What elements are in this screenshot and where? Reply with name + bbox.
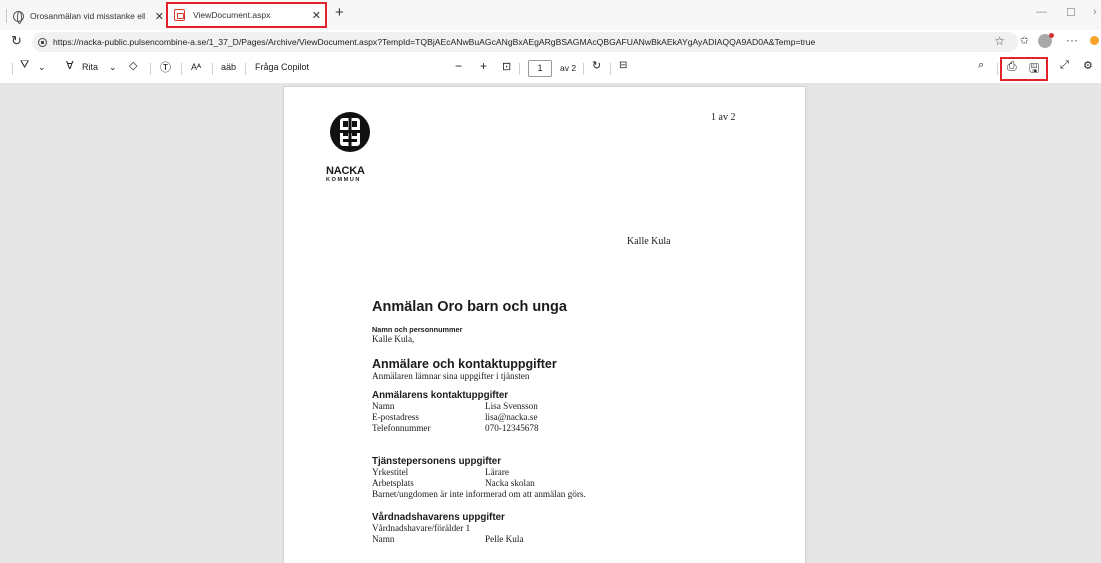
new-tab-button[interactable]: + <box>335 4 344 21</box>
contact-heading: Anmälarens kontaktuppgifter <box>372 390 509 401</box>
pdf-viewer[interactable]: NACKA KOMMUN 1 av 2 Kalle Kula Anmälan O… <box>0 84 1101 563</box>
divider <box>150 63 151 75</box>
favorite-star-icon[interactable]: ☆ <box>994 34 1005 48</box>
tab-separator <box>6 9 7 23</box>
page-indicator: 1 av 2 <box>711 112 736 123</box>
addressee: Kalle Kula <box>627 236 671 247</box>
copilot-button[interactable]: Fråga Copilot <box>255 62 309 72</box>
tab-viewdocument[interactable]: ViewDocument.aspx ✕ <box>166 2 327 28</box>
divider <box>12 63 13 75</box>
chevron-down-icon[interactable]: ⌄ <box>109 62 117 73</box>
more-options-icon[interactable]: ··· <box>1066 33 1078 47</box>
divider <box>610 63 611 75</box>
tab-title: Orosanmälan vid misstanke eller <box>30 11 145 21</box>
settings-icon[interactable]: ⚙ <box>1083 59 1093 72</box>
draw-icon[interactable]: ∀ <box>66 59 74 72</box>
profile-avatar[interactable] <box>1038 33 1054 48</box>
staff-key: Arbetsplats <box>372 478 414 488</box>
fit-page-icon[interactable]: ⊡ <box>502 60 511 73</box>
contact-value: Lisa Svensson <box>485 401 538 411</box>
divider <box>583 63 584 75</box>
pdf-icon <box>174 9 185 21</box>
reporter-note: Anmälaren lämnar sina uppgifter i tjänst… <box>372 371 530 381</box>
close-window-icon[interactable]: › <box>1093 6 1097 18</box>
rotate-icon[interactable]: ↻ <box>592 59 601 72</box>
nacka-logo: NACKA KOMMUN <box>326 108 388 183</box>
globe-icon <box>13 10 24 24</box>
copilot-icon[interactable] <box>1090 36 1099 45</box>
guardian-heading: Vårdnadshavarens uppgifter <box>372 512 505 523</box>
page-total: av 2 <box>560 63 577 73</box>
guardian-row: Namn Pelle Kula <box>372 534 772 545</box>
name-value: Kalle Kula, <box>372 334 415 344</box>
document-title: Anmälan Oro barn och unga <box>372 299 567 315</box>
contact-row: E-postadress lisa@nacka.se <box>372 412 772 423</box>
tab-title: ViewDocument.aspx <box>193 10 271 20</box>
zoom-in-icon[interactable]: + <box>480 59 487 73</box>
tab-strip: Orosanmälan vid misstanke eller ✕ ViewDo… <box>0 0 1101 30</box>
maximize-icon[interactable]: ☐ <box>1066 6 1076 19</box>
pdf-page: NACKA KOMMUN 1 av 2 Kalle Kula Anmälan O… <box>283 86 806 563</box>
name-label: Namn och personnummer <box>372 325 463 334</box>
divider <box>181 63 182 75</box>
contact-key: Telefonnummer <box>372 423 431 433</box>
divider <box>997 63 998 75</box>
fullscreen-icon[interactable]: ⤢ <box>1060 59 1069 72</box>
staff-key: Yrkestitel <box>372 467 409 477</box>
nacka-emblem-icon <box>330 112 370 152</box>
contact-row: Telefonnummer 070-12345678 <box>372 423 772 434</box>
divider <box>212 63 213 75</box>
page-number-input[interactable]: 1 <box>528 60 552 77</box>
highlight-box <box>1000 57 1048 81</box>
guardian-label: Vårdnadshavare/förälder 1 <box>372 523 471 533</box>
chevron-down-icon[interactable]: ⌄ <box>38 62 46 73</box>
staff-note: Barnet/ungdomen är inte informerad om at… <box>372 489 586 499</box>
eraser-icon[interactable]: ◇ <box>129 59 137 72</box>
pdf-toolbar: ⛛ ⌄ ∀ Rita ⌄ ◇ Ⓣ Aᴬ aäb Fråga Copilot − … <box>0 54 1101 84</box>
zoom-out-icon[interactable]: − <box>455 59 462 73</box>
logo-subtext: KOMMUN <box>326 177 361 183</box>
staff-value: Lärare <box>485 467 509 477</box>
staff-value: Nacka skolan <box>485 478 535 488</box>
site-info-icon[interactable] <box>38 37 47 47</box>
divider <box>245 63 246 75</box>
document-body: Anmälan Oro barn och unga Namn och perso… <box>372 299 772 545</box>
minimize-icon[interactable]: — <box>1036 6 1047 18</box>
tab-orosanmalan[interactable]: Orosanmälan vid misstanke eller ✕ <box>6 5 168 27</box>
refresh-icon[interactable]: ↻ <box>11 33 22 49</box>
page-view-icon[interactable]: ⊟ <box>619 60 627 71</box>
favorites-icon[interactable]: ✩ <box>1020 34 1029 47</box>
contact-row: Namn Lisa Svensson <box>372 401 772 412</box>
address-bar-row: ↻ https://nacka-public.pulsencombine-a.s… <box>0 30 1101 54</box>
close-icon[interactable]: ✕ <box>308 9 325 22</box>
staff-row: Yrkestitel Lärare <box>372 467 772 478</box>
logo-text: NACKA <box>326 165 365 177</box>
search-icon[interactable]: ⌕ <box>978 59 984 72</box>
divider <box>519 63 520 75</box>
staff-row: Arbetsplats Nacka skolan <box>372 478 772 489</box>
draw-button[interactable]: Rita <box>82 62 98 72</box>
address-bar[interactable]: https://nacka-public.pulsencombine-a.se/… <box>32 32 1018 52</box>
contact-key: E-postadress <box>372 412 419 422</box>
contact-key: Namn <box>372 401 395 411</box>
guardian-key: Namn <box>372 534 395 544</box>
reporter-heading: Anmälare och kontaktuppgifter <box>372 357 557 371</box>
translate-button[interactable]: aäb <box>221 62 236 72</box>
contact-value: 070-12345678 <box>485 423 539 433</box>
staff-heading: Tjänstepersonens uppgifter <box>372 456 502 467</box>
guardian-value: Pelle Kula <box>485 534 524 544</box>
filter-icon[interactable]: ⛛ <box>20 59 29 72</box>
text-icon[interactable]: Ⓣ <box>160 59 171 75</box>
url-text: https://nacka-public.pulsencombine-a.se/… <box>53 37 816 47</box>
read-aloud-button[interactable]: Aᴬ <box>191 62 201 72</box>
contact-value: lisa@nacka.se <box>485 412 538 422</box>
